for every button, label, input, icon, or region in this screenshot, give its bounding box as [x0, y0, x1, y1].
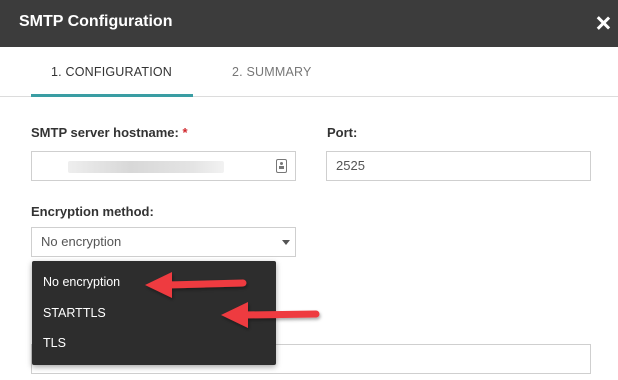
dialog-title: SMTP Configuration: [19, 13, 173, 30]
hostname-input[interactable]: [31, 151, 296, 181]
option-starttls[interactable]: STARTTLS: [43, 306, 106, 320]
contact-card-icon[interactable]: [276, 159, 287, 173]
required-marker: *: [182, 125, 188, 140]
encryption-label: Encryption method:: [31, 204, 154, 219]
option-tls[interactable]: TLS: [43, 336, 66, 350]
redacted-value: [68, 161, 224, 173]
close-icon[interactable]: [594, 12, 612, 34]
dialog-titlebar: SMTP Configuration: [0, 0, 618, 47]
option-no-encryption[interactable]: No encryption: [43, 275, 120, 289]
encryption-selected-value: No encryption: [41, 234, 122, 249]
tab-configuration[interactable]: 1. CONFIGURATION: [51, 65, 172, 79]
port-input[interactable]: 2525: [326, 151, 591, 181]
hostname-label-text: SMTP server hostname:: [31, 125, 179, 140]
port-value: 2525: [336, 158, 365, 173]
tab-summary[interactable]: 2. SUMMARY: [232, 65, 312, 79]
tab-bar: 1. CONFIGURATION 2. SUMMARY: [0, 47, 618, 97]
encryption-dropdown-menu: No encryption STARTTLS TLS: [32, 261, 276, 365]
port-label: Port:: [327, 125, 358, 140]
active-tab-indicator: [31, 94, 193, 97]
hostname-label: SMTP server hostname: *: [31, 125, 188, 140]
encryption-select[interactable]: No encryption: [31, 227, 296, 257]
chevron-down-icon: [282, 240, 290, 245]
